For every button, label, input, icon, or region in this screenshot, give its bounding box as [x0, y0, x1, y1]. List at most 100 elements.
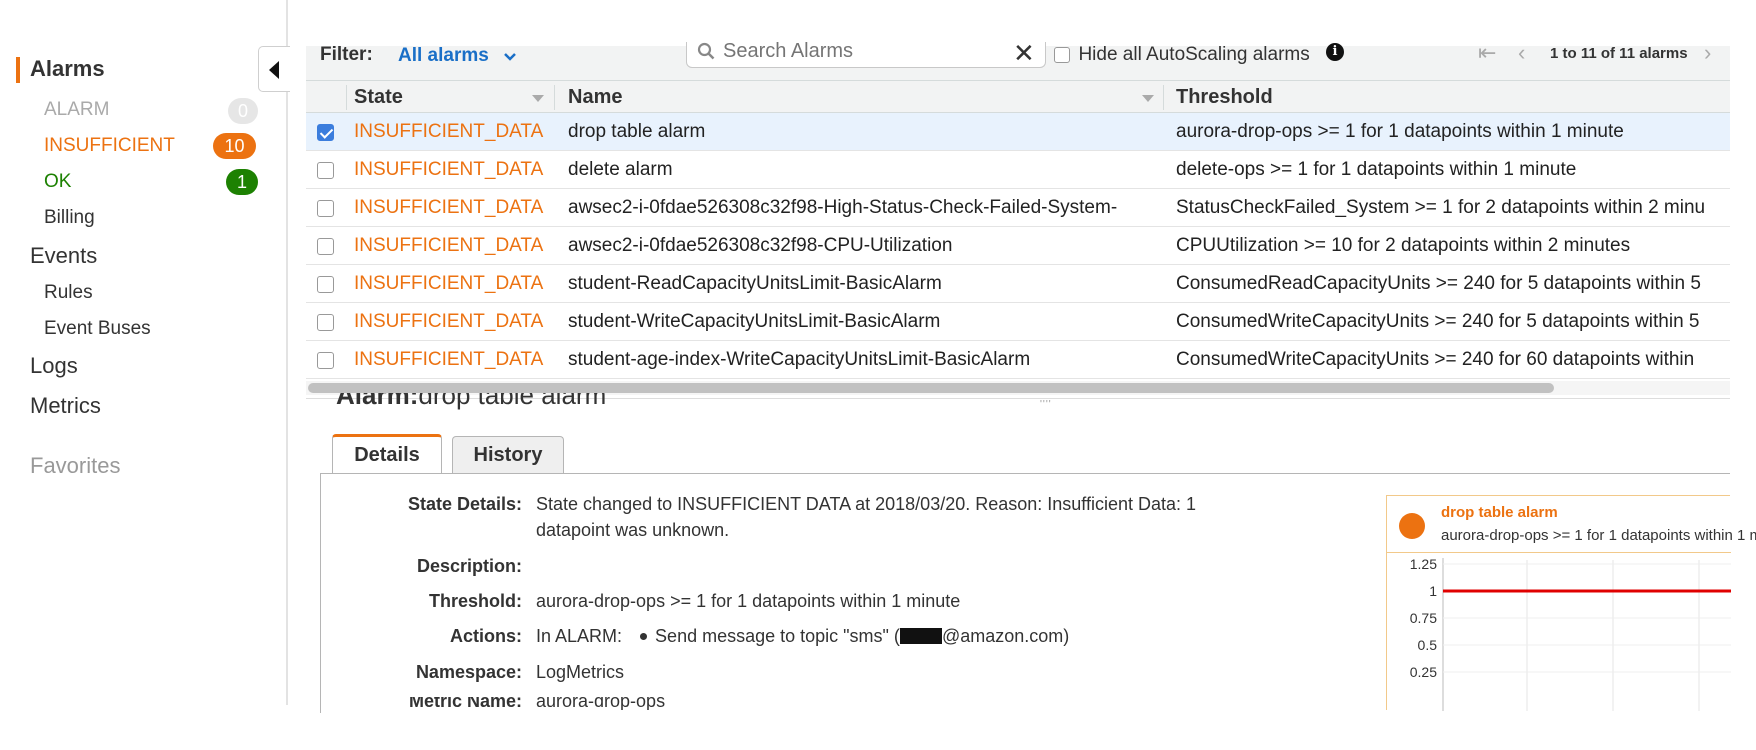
sidebar-item-rules[interactable]: Rules [44, 282, 93, 304]
sidebar-item-metrics[interactable]: Metrics [30, 393, 101, 419]
sort-icon[interactable] [1142, 95, 1154, 102]
row-checkbox[interactable] [317, 200, 334, 217]
hide-autoscaling-toggle[interactable]: Hide all AutoScaling alarms [1054, 44, 1310, 66]
sidebar-item-logs[interactable]: Logs [30, 353, 78, 379]
alarm-detail-title: Alarm:drop table alarm [336, 393, 606, 418]
metric-name-value: aurora-drop-ops [536, 697, 666, 710]
row-state: INSUFFICIENT_DATA [354, 121, 544, 142]
threshold-value: aurora-drop-ops >= 1 for 1 datapoints wi… [536, 591, 961, 611]
collapse-sidebar-button[interactable] [258, 46, 290, 92]
row-threshold: ConsumedReadCapacityUnits >= 240 for 5 d… [1176, 273, 1701, 294]
column-header-threshold[interactable]: Threshold [1176, 81, 1273, 114]
row-name[interactable]: drop table alarm [568, 113, 1158, 151]
alarm-graph-header: drop table alarm aurora-drop-ops >= 1 fo… [1387, 496, 1756, 553]
row-state: INSUFFICIENT_DATA [354, 235, 544, 256]
sidebar-item-insufficient-state[interactable]: INSUFFICIENT [44, 135, 175, 157]
namespace-value: LogMetrics [536, 662, 625, 682]
sidebar-item-alarm-state[interactable]: ALARM [44, 99, 109, 121]
table-row[interactable]: INSUFFICIENT_DATA drop table alarm auror… [306, 113, 1730, 151]
actions-value: In ALARM: Send message to topic "sms" (@a… [536, 626, 1069, 647]
alarm-graph-plot: 1.25 1 0.75 0.5 0.25 [1410, 556, 1731, 711]
grip-icon[interactable]: '''' [1040, 399, 1052, 410]
tab-details[interactable]: Details [332, 434, 442, 474]
next-page-icon[interactable]: › [1704, 40, 1711, 66]
row-threshold: ConsumedWriteCapacityUnits >= 240 for 5 … [1176, 311, 1700, 332]
sidebar-item-alarms[interactable]: Alarms [16, 56, 276, 84]
sidebar-item-label: Alarms [30, 56, 105, 81]
y-tick-label: 1 [1429, 583, 1437, 599]
state-details-value-line2: datapoint was unknown. [536, 520, 730, 540]
info-icon[interactable]: i [1326, 43, 1344, 61]
filter-dropdown[interactable]: All alarms [398, 45, 517, 71]
row-checkbox[interactable] [317, 124, 334, 141]
row-name[interactable]: student-age-index-WriteCapacityUnitsLimi… [568, 341, 1164, 379]
row-name[interactable]: awsec2-i-0fdae526308c32f98-CPU-Utilizati… [568, 227, 1158, 265]
sort-icon[interactable] [532, 95, 544, 102]
filter-label: Filter: [320, 44, 373, 65]
alarm-title-prefix: Alarm: [336, 393, 419, 410]
state-details-label: State Details: [407, 494, 522, 514]
alarm-status-icon [1399, 513, 1425, 539]
row-checkbox[interactable] [317, 314, 334, 331]
row-threshold: ConsumedWriteCapacityUnits >= 240 for 60… [1176, 349, 1695, 370]
sidebar-item-events[interactable]: Events [30, 243, 97, 269]
search-input[interactable] [723, 40, 1003, 63]
alarm-graph-title: drop table alarm [1441, 504, 1558, 521]
row-checkbox[interactable] [317, 162, 334, 179]
row-name[interactable]: delete alarm [568, 151, 1158, 189]
state-details-value-line1: State changed to INSUFFICIENT DATA at 20… [536, 494, 1197, 514]
first-page-icon[interactable]: ⇤ [1478, 40, 1496, 66]
chevron-left-icon [269, 61, 279, 79]
scrollbar-thumb[interactable] [308, 383, 1554, 393]
actions-label: Actions: [450, 626, 522, 646]
table-row[interactable]: INSUFFICIENT_DATA delete alarm delete-op… [306, 151, 1730, 189]
clear-search-icon[interactable]: ✕ [1013, 38, 1035, 69]
sidebar-item-label: OK [44, 171, 72, 192]
y-tick-label: 0.5 [1418, 637, 1438, 653]
metric-name-row: Metric Name: aurora-drop-ops [300, 697, 1200, 710]
row-checkbox[interactable] [317, 352, 334, 369]
chevron-down-icon [504, 52, 517, 61]
row-checkbox[interactable] [317, 238, 334, 255]
row-threshold: aurora-drop-ops >= 1 for 1 datapoints wi… [1176, 121, 1624, 142]
row-state: INSUFFICIENT_DATA [354, 159, 544, 180]
sidebar-item-event-buses[interactable]: Event Buses [44, 318, 151, 340]
row-threshold: StatusCheckFailed_System >= 1 for 2 data… [1176, 197, 1706, 218]
hide-autoscaling-checkbox[interactable] [1054, 47, 1070, 63]
table-row[interactable]: INSUFFICIENT_DATA student-age-index-Writ… [306, 341, 1730, 379]
y-tick-label: 1.25 [1410, 556, 1437, 572]
description-label: Description: [416, 556, 522, 576]
previous-page-icon[interactable]: ‹ [1518, 40, 1525, 66]
filter-value: All alarms [398, 45, 489, 66]
table-row[interactable]: INSUFFICIENT_DATA awsec2-i-0fdae526308c3… [306, 189, 1730, 227]
sidebar-item-billing[interactable]: Billing [44, 207, 95, 229]
row-state: INSUFFICIENT_DATA [354, 273, 544, 294]
row-name[interactable]: student-ReadCapacityUnitsLimit-BasicAlar… [568, 265, 1158, 303]
column-header-state[interactable]: State [354, 81, 403, 114]
sidebar-item-favorites[interactable]: Favorites [30, 453, 120, 479]
row-name[interactable]: awsec2-i-0fdae526308c32f98-High-Status-C… [568, 189, 1164, 227]
tab-history[interactable]: History [452, 436, 564, 474]
alarm-graph-card[interactable]: drop table alarm aurora-drop-ops >= 1 fo… [1386, 495, 1756, 711]
column-header-name[interactable]: Name [568, 81, 622, 114]
row-name[interactable]: student-WriteCapacityUnitsLimit-BasicAla… [568, 303, 1158, 341]
redacted-block [899, 628, 942, 645]
table-row[interactable]: INSUFFICIENT_DATA student-ReadCapacityUn… [306, 265, 1730, 303]
bullet-icon [640, 632, 648, 640]
active-indicator [16, 57, 20, 83]
table-row[interactable]: INSUFFICIENT_DATA awsec2-i-0fdae526308c3… [306, 227, 1730, 265]
sidebar-item-ok-state[interactable]: OK [44, 171, 71, 193]
column-divider [554, 85, 555, 110]
sidebar: Alarms ALARM 0 INSUFFICIENT 10 OK 1 Bill… [0, 0, 288, 705]
search-icon [697, 42, 715, 60]
row-threshold: delete-ops >= 1 for 1 datapoints within … [1176, 159, 1577, 180]
hide-autoscaling-label: Hide all AutoScaling alarms [1078, 44, 1310, 65]
sidebar-item-label: ALARM [44, 99, 110, 120]
search-box[interactable]: ✕ [686, 38, 1046, 68]
column-divider [1163, 85, 1164, 110]
row-checkbox[interactable] [317, 276, 334, 293]
row-state: INSUFFICIENT_DATA [354, 311, 544, 332]
count-badge: 10 [213, 133, 256, 159]
table-row[interactable]: INSUFFICIENT_DATA student-WriteCapacityU… [306, 303, 1730, 341]
namespace-label: Namespace: [415, 662, 522, 682]
